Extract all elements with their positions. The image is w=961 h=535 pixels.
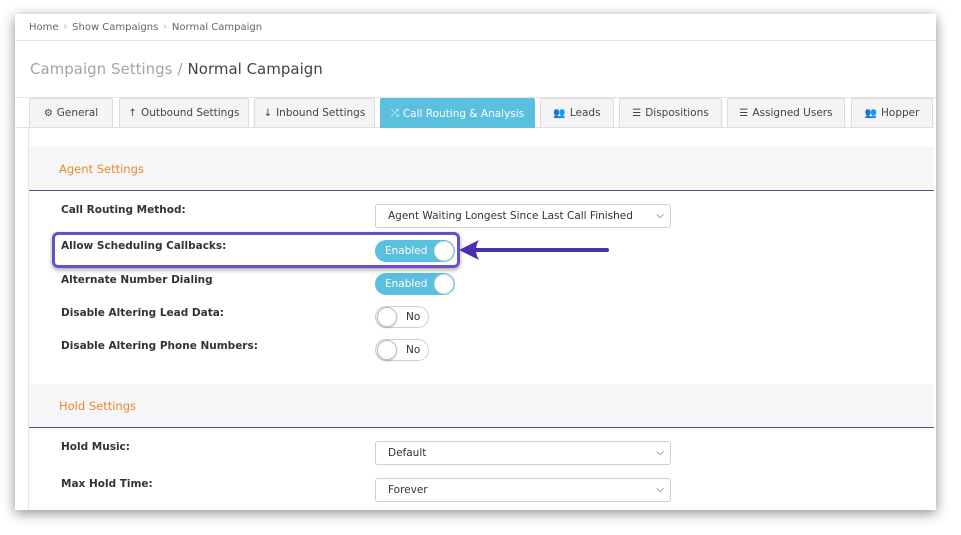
breadcrumb-current: Normal Campaign — [171, 21, 263, 33]
list-ordered-icon: ☰ — [739, 107, 749, 119]
tab-label: Call Routing & Analysis — [402, 107, 525, 120]
max-hold-time-select[interactable]: Forever ⌵ — [375, 478, 671, 502]
toggle-state-text: No — [406, 344, 421, 356]
breadcrumb-show-campaigns[interactable]: Show Campaigns — [72, 22, 158, 33]
tab-label: Outbound Settings — [140, 107, 240, 119]
tab-bar: ⚙ General ↑ Outbound Settings ↓ Inbound … — [14, 98, 934, 128]
tab-call-routing-analysis[interactable]: ⤮ Call Routing & Analysis — [380, 98, 535, 128]
list-icon: ☰ — [632, 107, 642, 119]
chevron-down-icon: ⌵ — [656, 210, 664, 221]
toggle-state-text: No — [406, 311, 421, 323]
page-title: Campaign Settings / Normal Campaign — [15, 41, 936, 98]
chevron-down-icon: ⌵ — [656, 447, 664, 458]
tab-outbound-settings[interactable]: ↑ Outbound Settings — [119, 98, 249, 127]
disable-altering-lead-data-toggle[interactable]: No — [375, 306, 429, 328]
tab-label: General — [56, 107, 99, 119]
users-icon: 👥 — [864, 107, 877, 119]
tab-general[interactable]: ⚙ General — [29, 98, 113, 127]
agent-settings-heading: Agent Settings — [29, 147, 934, 191]
toggle-knob — [434, 274, 454, 294]
alternate-number-dialing-toggle[interactable]: Enabled — [375, 273, 455, 295]
toggle-state-text: Enabled — [385, 278, 428, 290]
breadcrumb-separator: › — [163, 22, 167, 32]
tab-label: Inbound Settings — [276, 107, 366, 119]
tab-inbound-settings[interactable]: ↓ Inbound Settings — [254, 98, 375, 127]
page-title-campaign: Normal Campaign — [187, 60, 323, 78]
disable-altering-lead-data-label: Disable Altering Lead Data: — [61, 307, 225, 319]
gears-icon: ⚙ — [43, 107, 53, 119]
annotation-arrow-icon — [459, 240, 609, 260]
chevron-down-icon: ⌵ — [656, 484, 664, 495]
tab-label: Assigned Users — [752, 107, 833, 119]
tab-leads[interactable]: 👥 Leads — [540, 98, 614, 127]
hold-music-value: Default — [388, 447, 427, 459]
tab-label: Hopper — [881, 107, 920, 119]
max-hold-time-label: Max Hold Time: — [61, 478, 153, 490]
breadcrumb: Home › Show Campaigns › Normal Campaign — [15, 14, 936, 41]
tab-label: Leads — [569, 107, 601, 119]
tab-content-panel: Agent Settings Call Routing Method: Agen… — [28, 128, 934, 510]
alternate-number-dialing-label: Alternate Number Dialing — [61, 274, 213, 286]
annotation-highlight-box — [52, 232, 460, 268]
hold-settings-heading: Hold Settings — [29, 384, 934, 428]
max-hold-time-value: Forever — [388, 484, 428, 496]
tab-dispositions[interactable]: ☰ Dispositions — [619, 98, 722, 127]
hold-music-select[interactable]: Default ⌵ — [375, 441, 671, 465]
toggle-knob — [377, 307, 397, 327]
breadcrumb-separator: › — [63, 22, 68, 32]
breadcrumb-home[interactable]: Home — [29, 22, 59, 33]
call-routing-method-value: Agent Waiting Longest Since Last Call Fi… — [388, 210, 633, 222]
users-icon: 👥 — [553, 107, 566, 119]
arrow-down-icon: ↓ — [263, 107, 273, 119]
tab-label: Dispositions — [645, 107, 709, 119]
arrow-up-icon: ↑ — [128, 107, 137, 119]
tab-assigned-users[interactable]: ☰ Assigned Users — [727, 98, 845, 127]
call-routing-method-label: Call Routing Method: — [61, 204, 186, 216]
disable-altering-phone-numbers-label: Disable Altering Phone Numbers: — [61, 340, 258, 352]
toggle-knob — [377, 340, 397, 360]
page-title-section: Campaign Settings — [30, 60, 173, 78]
page-title-separator: / — [177, 60, 183, 78]
disable-altering-phone-numbers-toggle[interactable]: No — [375, 339, 429, 361]
random-icon: ⤮ — [390, 108, 399, 119]
tab-hopper[interactable]: 👥 Hopper — [851, 98, 933, 127]
call-routing-method-select[interactable]: Agent Waiting Longest Since Last Call Fi… — [375, 204, 671, 228]
hold-music-label: Hold Music: — [61, 441, 130, 453]
